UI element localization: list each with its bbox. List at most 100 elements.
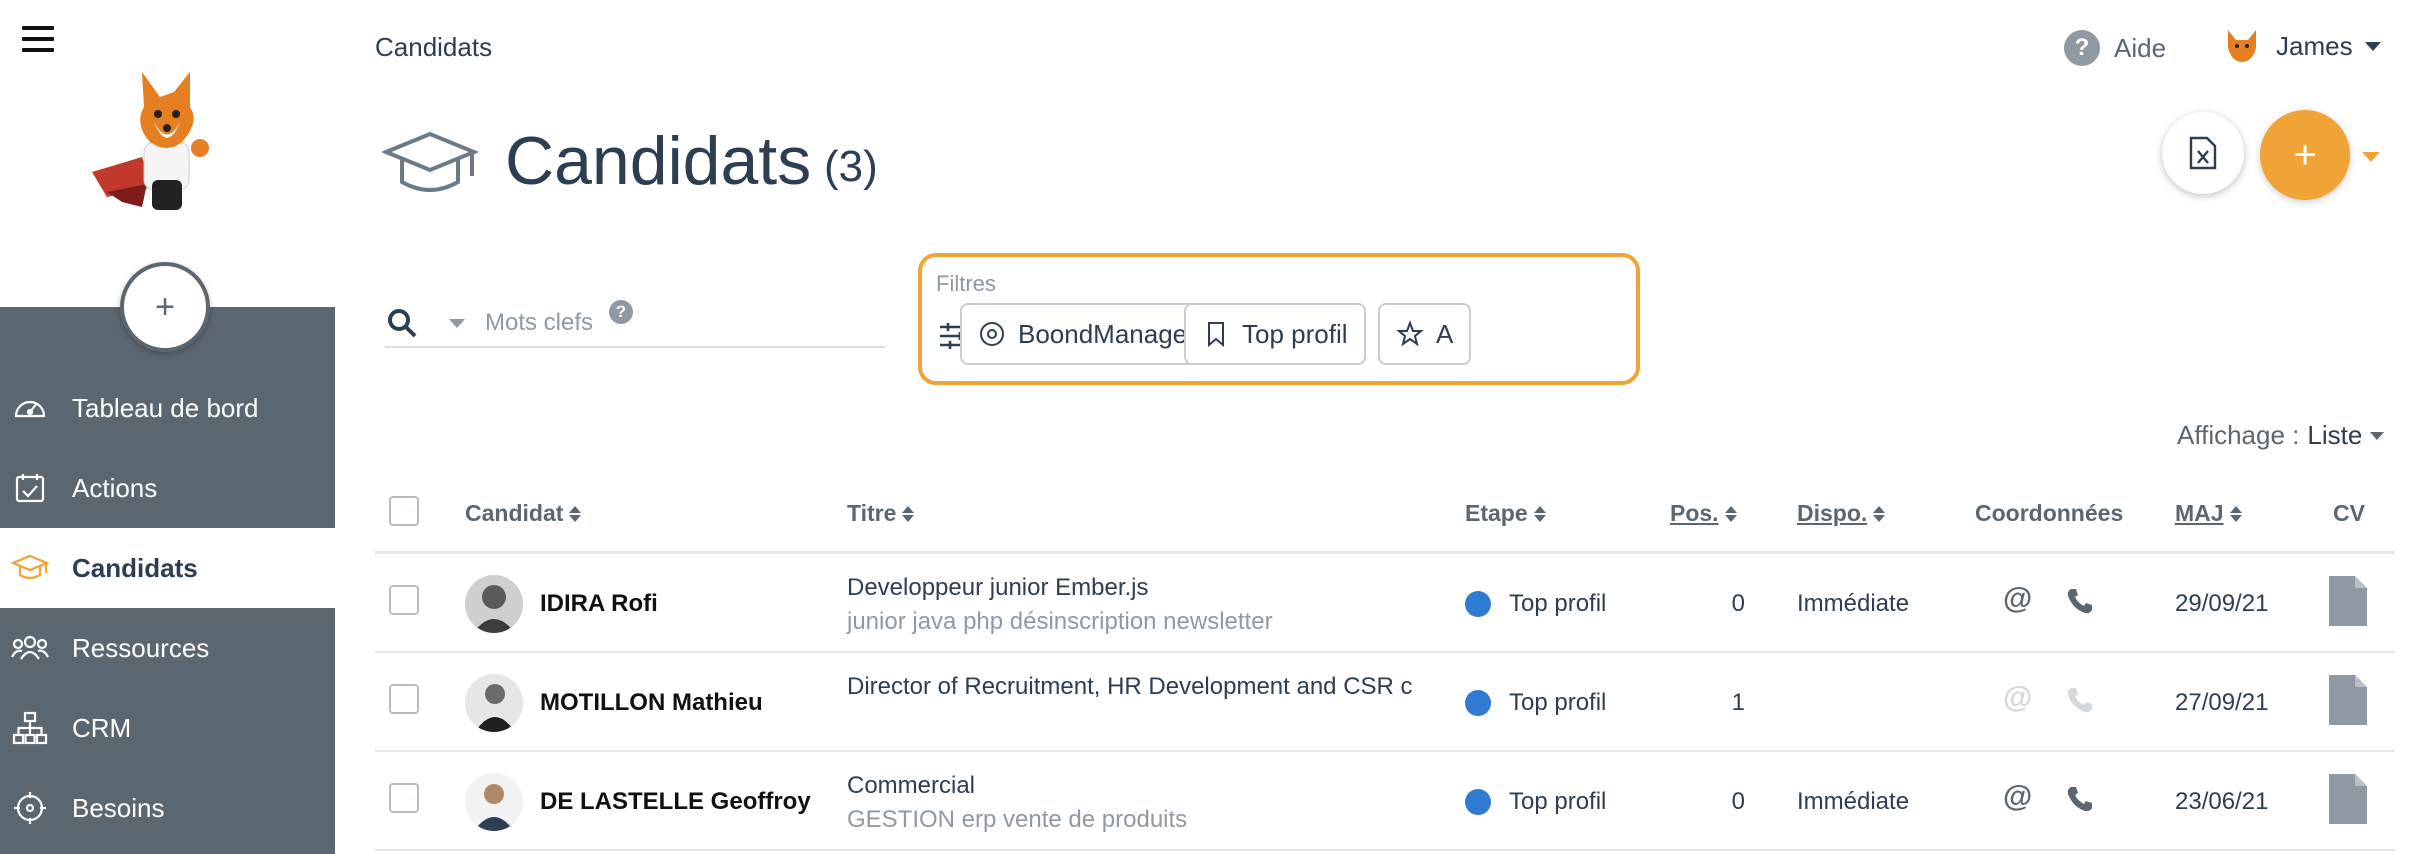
sidebar-header: [0, 0, 335, 307]
target-circle-icon: [980, 322, 1004, 346]
candidate-tags: junior java php désinscription newslette…: [847, 608, 1273, 635]
email-icon[interactable]: @: [2003, 780, 2032, 814]
sidebar-item-label: Actions: [72, 472, 158, 503]
display-mode-value: Liste: [2307, 420, 2363, 450]
chip-label: Top profil: [1242, 318, 1348, 349]
result-count: (3): [824, 142, 878, 191]
chip-label: A: [1436, 318, 1454, 349]
breadcrumb: Candidats: [375, 32, 493, 62]
cv-document-icon[interactable]: [2329, 675, 2367, 725]
sidebar-item-ressources[interactable]: Ressources: [0, 608, 335, 688]
add-candidate-button[interactable]: +: [2260, 110, 2350, 200]
excel-file-icon: [2189, 136, 2217, 170]
filters-label: Filtres: [936, 271, 996, 296]
column-header-dispo[interactable]: Dispo.: [1797, 500, 1886, 527]
step-badge: Top profil: [1465, 590, 1606, 618]
phone-icon: [2067, 688, 2092, 713]
fox-superhero-logo: [92, 72, 209, 210]
candidate-title: Developpeur junior Ember.js: [847, 574, 1149, 601]
user-menu[interactable]: James: [2222, 26, 2381, 66]
table-row[interactable]: DE LASTELLE Geoffroy Commercial GESTION …: [375, 752, 2395, 851]
filter-chip-rating[interactable]: A: [1378, 303, 1472, 365]
email-icon: @: [2003, 681, 2033, 714]
user-name: James: [2276, 30, 2353, 61]
sort-icon: [1873, 505, 1886, 522]
question-circle-icon[interactable]: ?: [609, 300, 633, 324]
sort-icon: [902, 505, 915, 522]
people-group-icon: [10, 628, 50, 668]
hamburger-menu-icon[interactable]: [22, 26, 54, 54]
sidebar-item-actions[interactable]: Actions: [0, 448, 335, 528]
candidate-name[interactable]: MOTILLON Mathieu: [540, 689, 763, 717]
candidate-title: Commercial: [847, 772, 976, 799]
step-dot-icon: [1465, 690, 1491, 716]
search-input[interactable]: [485, 309, 605, 337]
column-header-cv: CV: [2333, 500, 2365, 526]
candidate-name[interactable]: DE LASTELLE Geoffroy: [540, 788, 811, 816]
graduation-cap-icon: [10, 548, 50, 588]
sort-icon: [569, 505, 582, 522]
positioning-count: 0: [1731, 590, 1745, 617]
column-header-etape[interactable]: Etape: [1465, 500, 1546, 527]
candidate-title: Director of Recruitment, HR Development …: [847, 673, 1413, 700]
display-mode-select[interactable]: Affichage : Liste: [2177, 420, 2385, 451]
sidebar-item-dashboard[interactable]: Tableau de bord: [0, 368, 335, 448]
select-all-checkbox[interactable]: [389, 496, 419, 526]
email-icon[interactable]: @: [2003, 582, 2032, 616]
step-badge: Top profil: [1465, 788, 1606, 816]
step-dot-icon: [1465, 789, 1491, 815]
positioning-count: 1: [1731, 689, 1745, 716]
sort-icon: [1533, 505, 1546, 522]
search-mode-caret-icon[interactable]: [449, 318, 465, 328]
help-link[interactable]: ? Aide: [2064, 30, 2166, 66]
sidebar-item-label: Candidats: [72, 552, 198, 583]
calendar-check-icon: [10, 468, 50, 508]
fox-avatar-icon: [2228, 30, 2256, 62]
table-row[interactable]: MOTILLON Mathieu Director of Recruitment…: [375, 653, 2395, 752]
sort-icon: [1724, 505, 1737, 522]
sidebar-nav: Tableau de bord Actions Candidats Ressou…: [0, 368, 335, 848]
column-header-pos[interactable]: Pos.: [1670, 500, 1737, 527]
row-checkbox[interactable]: [389, 585, 419, 615]
updated-date: 27/09/21: [2175, 689, 2269, 716]
phone-icon[interactable]: [2065, 784, 2095, 814]
step-dot-icon: [1465, 591, 1491, 617]
filters-panel: Filtres BoondManager France Top profil A: [918, 253, 1640, 385]
table-row[interactable]: IDIRA Rofi Developpeur junior Ember.js j…: [375, 554, 2395, 653]
dashboard-gauge-icon: [10, 388, 50, 428]
cv-document-icon[interactable]: [2329, 774, 2367, 824]
add-options-caret-icon[interactable]: [2362, 152, 2380, 162]
cv-document-icon[interactable]: [2329, 576, 2367, 626]
display-mode-label: Affichage :: [2177, 420, 2300, 450]
export-excel-button[interactable]: [2162, 112, 2244, 194]
filter-chip-top-profil[interactable]: Top profil: [1184, 303, 1366, 365]
candidate-avatar: [465, 674, 523, 732]
column-header-titre[interactable]: Titre: [847, 500, 915, 527]
candidate-avatar: [465, 773, 523, 831]
row-checkbox[interactable]: [389, 783, 419, 813]
step-badge: Top profil: [1465, 689, 1606, 717]
search-icon[interactable]: [385, 306, 419, 340]
positioning-count: 0: [1731, 788, 1745, 815]
chevron-down-icon: [2364, 41, 2381, 51]
sidebar-item-crm[interactable]: CRM: [0, 688, 335, 768]
page-title: Candidats: [505, 123, 812, 199]
column-header-candidat[interactable]: Candidat: [465, 500, 582, 527]
row-checkbox[interactable]: [389, 684, 419, 714]
sidebar: + Tableau de bord Actions Candidats Ress…: [0, 0, 335, 854]
column-header-maj[interactable]: MAJ: [2175, 500, 2242, 527]
availability: Immédiate: [1797, 788, 1910, 815]
help-label: Aide: [2114, 32, 2167, 63]
sidebar-item-candidats[interactable]: Candidats: [0, 528, 335, 608]
sidebar-item-label: Tableau de bord: [72, 392, 259, 423]
quick-add-button[interactable]: +: [120, 262, 210, 352]
candidate-avatar: [465, 575, 523, 633]
sidebar-item-label: Besoins: [72, 792, 165, 823]
updated-date: 23/06/21: [2175, 788, 2269, 815]
chevron-down-icon: [2370, 431, 2385, 440]
bookmark-icon: [1208, 322, 1224, 348]
candidate-name[interactable]: IDIRA Rofi: [540, 590, 658, 618]
sidebar-item-besoins[interactable]: Besoins: [0, 768, 335, 848]
phone-icon[interactable]: [2065, 586, 2095, 616]
sidebar-item-label: CRM: [72, 712, 132, 743]
